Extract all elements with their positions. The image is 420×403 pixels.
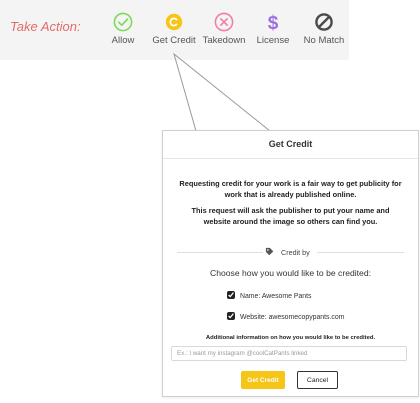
credit-option-website[interactable]: Website: awesomecopypants.com (227, 312, 344, 321)
credit-option-name[interactable]: Name: Awesome Pants (227, 291, 312, 300)
additional-info-label: Additional information on how you would … (205, 335, 376, 341)
credit-by-label: Credit by (281, 248, 310, 257)
no-match-button[interactable]: No Match (294, 12, 354, 46)
tag-icon (265, 247, 274, 256)
choose-credit-label: Choose how you would like to be credited… (210, 268, 371, 278)
website-checkbox[interactable] (227, 312, 235, 320)
take-action-toolbar: Take Action: Allow Get Credit Takedown $… (0, 0, 349, 60)
credit-info-input[interactable] (171, 346, 407, 361)
no-match-label: No Match (303, 35, 345, 46)
website-option-label: Website: awesomecopypants.com (240, 314, 345, 321)
intro-text-2: This request will ask the publisher to p… (191, 206, 390, 226)
credit-by-heading: Credit by (265, 247, 345, 258)
dialog-title: Get Credit (163, 131, 418, 159)
svg-text:$: $ (268, 13, 279, 32)
intro-text-1: Requesting credit for your work is a fai… (179, 179, 402, 199)
take-action-label: Take Action: (10, 19, 81, 34)
no-match-icon (294, 12, 354, 32)
get-credit-submit-button[interactable]: Get Credit (241, 371, 285, 389)
credit-by-divider: Credit by (177, 247, 404, 257)
name-checkbox[interactable] (227, 291, 235, 299)
cancel-button[interactable]: Cancel (297, 371, 338, 389)
get-credit-dialog: Get Credit Requesting credit for your wo… (162, 130, 419, 397)
dialog-intro: Requesting credit for your work is a fai… (179, 179, 402, 233)
name-option-label: Name: Awesome Pants (240, 293, 312, 300)
divider-line-left (177, 252, 263, 253)
